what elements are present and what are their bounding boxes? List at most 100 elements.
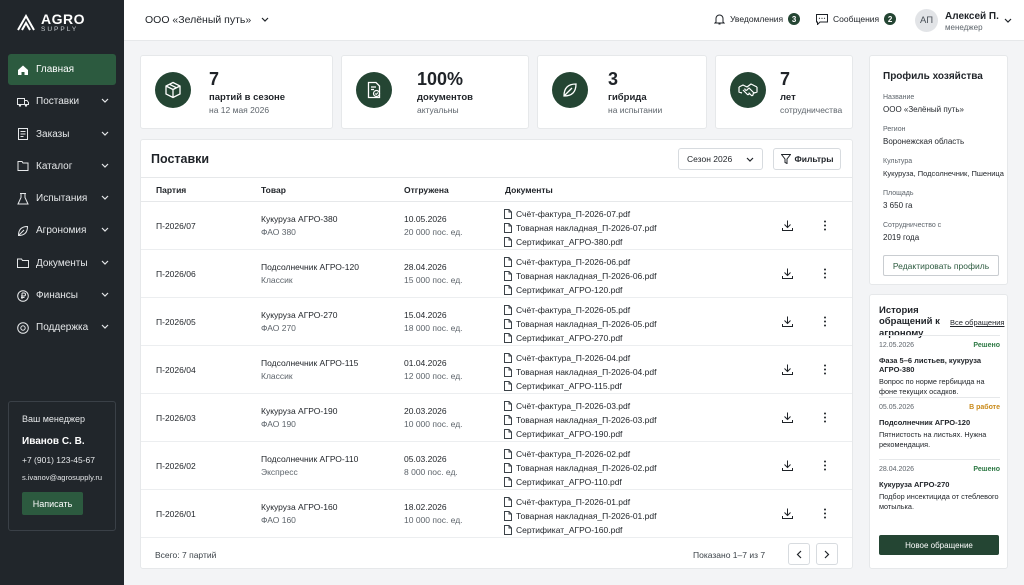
download-icon[interactable] <box>782 220 793 231</box>
stat-card-cooperation: 7 лет сотрудничества <box>715 55 853 129</box>
document-link[interactable]: Товарная накладная_П-2026-05.pdf <box>504 317 656 331</box>
profile-field-label: Сотрудничество с <box>883 222 942 229</box>
more-options-icon[interactable] <box>823 220 827 231</box>
notifications-label: Уведомления <box>730 14 784 24</box>
chevron-down-icon <box>101 228 109 233</box>
sidebar-item-orders[interactable]: Заказы <box>8 119 116 150</box>
document-link[interactable]: Сертификат_АГРО-110.pdf <box>504 475 656 489</box>
avatar[interactable]: АП <box>915 9 938 32</box>
download-icon[interactable] <box>782 364 793 375</box>
table-row[interactable]: П-2026/05 Кукуруза АГРО-270 ФАО 270 15.04.2… <box>141 298 852 346</box>
documents-list: Счёт-фактура_П-2026-04.pdf Товарная накла… <box>504 351 656 393</box>
sidebar-item-deliveries[interactable]: Поставки <box>8 86 116 117</box>
more-options-icon[interactable] <box>823 508 827 519</box>
sidebar-item-trials[interactable]: Испытания <box>8 183 116 214</box>
user-menu[interactable]: Алексей П. менеджер <box>945 11 999 32</box>
prev-page-button[interactable] <box>788 543 810 565</box>
edit-profile-button[interactable]: Редактировать профиль <box>883 255 999 276</box>
more-options-icon[interactable] <box>823 316 827 327</box>
document-link[interactable]: Счёт-фактура_П-2026-07.pdf <box>504 207 656 221</box>
sidebar-item-documents[interactable]: Документы <box>8 248 116 279</box>
table-row[interactable]: П-2026/06 Подсолнечник АГРО-120 Классик 28.… <box>141 250 852 298</box>
document-link[interactable]: Сертификат_АГРО-120.pdf <box>504 283 656 297</box>
document-link[interactable]: Сертификат_АГРО-160.pdf <box>504 523 656 537</box>
shipped-date: 28.04.2026 <box>404 262 447 272</box>
history-item[interactable]: 05.05.2026 В работе Подсолнечник АГРО-12… <box>879 397 1000 450</box>
download-icon[interactable] <box>782 316 793 327</box>
write-manager-button[interactable]: Написать <box>22 492 83 515</box>
chevron-down-icon <box>746 157 754 162</box>
filters-label: Фильтры <box>794 154 834 164</box>
shipped-quantity: 8 000 пос. ед. <box>404 467 458 477</box>
batch-id: П-2026/03 <box>156 413 196 423</box>
table-row[interactable]: П-2026/04 Подсолнечник АГРО-115 Классик 01.… <box>141 346 852 394</box>
chevron-down-icon[interactable] <box>1004 18 1012 24</box>
all-requests-link[interactable]: Все обращения <box>950 318 1004 327</box>
download-icon[interactable] <box>782 268 793 279</box>
stat-icon-circle <box>356 72 392 108</box>
more-options-icon[interactable] <box>823 268 827 279</box>
download-icon[interactable] <box>782 412 793 423</box>
document-link[interactable]: Товарная накладная_П-2026-04.pdf <box>504 365 656 379</box>
table-row[interactable]: П-2026/07 Кукуруза АГРО-380 ФАО 380 10.05.2… <box>141 202 852 250</box>
sidebar-item-support[interactable]: Поддержка <box>8 312 116 343</box>
sidebar-item-agronomy[interactable]: Агрономия <box>8 215 116 246</box>
shipped-quantity: 12 000 пос. ед. <box>404 371 463 381</box>
document-link[interactable]: Сертификат_АГРО-270.pdf <box>504 331 656 345</box>
more-options-icon[interactable] <box>823 460 827 471</box>
messages-button[interactable]: Сообщения 2 <box>816 13 897 25</box>
sidebar-item-home[interactable]: Главная <box>8 54 116 85</box>
pdf-file-icon <box>504 271 512 281</box>
profile-field-label: Культура <box>883 158 913 165</box>
stat-value: 100% <box>417 69 464 89</box>
stat-card-hybrids: 3 гибрида на испытании <box>537 55 707 129</box>
notifications-count-badge: 3 <box>788 13 801 25</box>
company-selector[interactable]: ООО «Зелёный путь» <box>145 14 269 26</box>
next-page-button[interactable] <box>816 543 838 565</box>
document-link[interactable]: Счёт-фактура_П-2026-03.pdf <box>504 399 656 413</box>
table-row[interactable]: П-2026/03 Кукуруза АГРО-190 ФАО 190 20.03.2… <box>141 394 852 442</box>
document-name: Сертификат_АГРО-120.pdf <box>516 285 623 295</box>
logo[interactable]: AGRO SUPPLY <box>16 12 85 34</box>
history-item[interactable]: 28.04.2026 Решено Кукуруза АГРО-270 Подб… <box>879 459 1000 512</box>
stat-sub: сотрудничества <box>780 105 843 115</box>
new-request-button[interactable]: Новое обращение <box>879 535 999 555</box>
document-name: Сертификат_АГРО-110.pdf <box>516 477 622 487</box>
notifications-button[interactable]: Уведомления 3 <box>714 13 801 25</box>
document-link[interactable]: Товарная накладная_П-2026-02.pdf <box>504 461 656 475</box>
document-link[interactable]: Товарная накладная_П-2026-07.pdf <box>504 221 656 235</box>
more-options-icon[interactable] <box>823 412 827 423</box>
document-name: Товарная накладная_П-2026-01.pdf <box>516 511 657 521</box>
document-link[interactable]: Счёт-фактура_П-2026-02.pdf <box>504 447 656 461</box>
document-link[interactable]: Счёт-фактура_П-2026-04.pdf <box>504 351 656 365</box>
sidebar-item-finance[interactable]: Финансы <box>8 280 116 311</box>
manager-name: Иванов С. В. <box>22 436 85 447</box>
document-link[interactable]: Товарная накладная_П-2026-03.pdf <box>504 413 656 427</box>
documents-list: Счёт-фактура_П-2026-07.pdf Товарная накла… <box>504 207 656 249</box>
document-link[interactable]: Сертификат_АГРО-380.pdf <box>504 235 656 249</box>
history-item[interactable]: 12.05.2026 Решено Фаза 5–6 листьев, куку… <box>879 335 1000 397</box>
document-name: Сертификат_АГРО-115.pdf <box>516 381 622 391</box>
more-options-icon[interactable] <box>823 364 827 375</box>
chevron-down-icon <box>101 98 109 104</box>
table-row[interactable]: П-2026/02 Подсолнечник АГРО-110 Экспресс 05… <box>141 442 852 490</box>
manager-email[interactable]: s.ivanov@agrosupply.ru <box>22 473 102 482</box>
sidebar-item-catalog[interactable]: Каталог <box>8 151 116 182</box>
document-link[interactable]: Товарная накладная_П-2026-01.pdf <box>504 509 656 523</box>
document-link[interactable]: Счёт-фактура_П-2026-05.pdf <box>504 303 656 317</box>
document-link[interactable]: Товарная накладная_П-2026-06.pdf <box>504 269 656 283</box>
season-select[interactable]: Сезон 2026 <box>678 148 763 170</box>
download-icon[interactable] <box>782 508 793 519</box>
manager-phone[interactable]: +7 (901) 123-45-67 <box>22 455 102 465</box>
table-row[interactable]: П-2026/01 Кукуруза АГРО-160 ФАО 160 18.02.2… <box>141 490 852 538</box>
document-link[interactable]: Счёт-фактура_П-2026-06.pdf <box>504 255 656 269</box>
filters-button[interactable]: Фильтры <box>773 148 841 170</box>
pdf-file-icon <box>504 319 512 329</box>
logo-icon <box>17 13 35 31</box>
download-icon[interactable] <box>782 460 793 471</box>
document-link[interactable]: Сертификат_АГРО-115.pdf <box>504 379 656 393</box>
document-link[interactable]: Счёт-фактура_П-2026-01.pdf <box>504 495 656 509</box>
chevron-down-icon <box>261 17 269 22</box>
document-link[interactable]: Сертификат_АГРО-190.pdf <box>504 427 656 441</box>
profile-field-value: Кукуруза, Подсолнечник, Пшеница <box>883 169 1004 178</box>
